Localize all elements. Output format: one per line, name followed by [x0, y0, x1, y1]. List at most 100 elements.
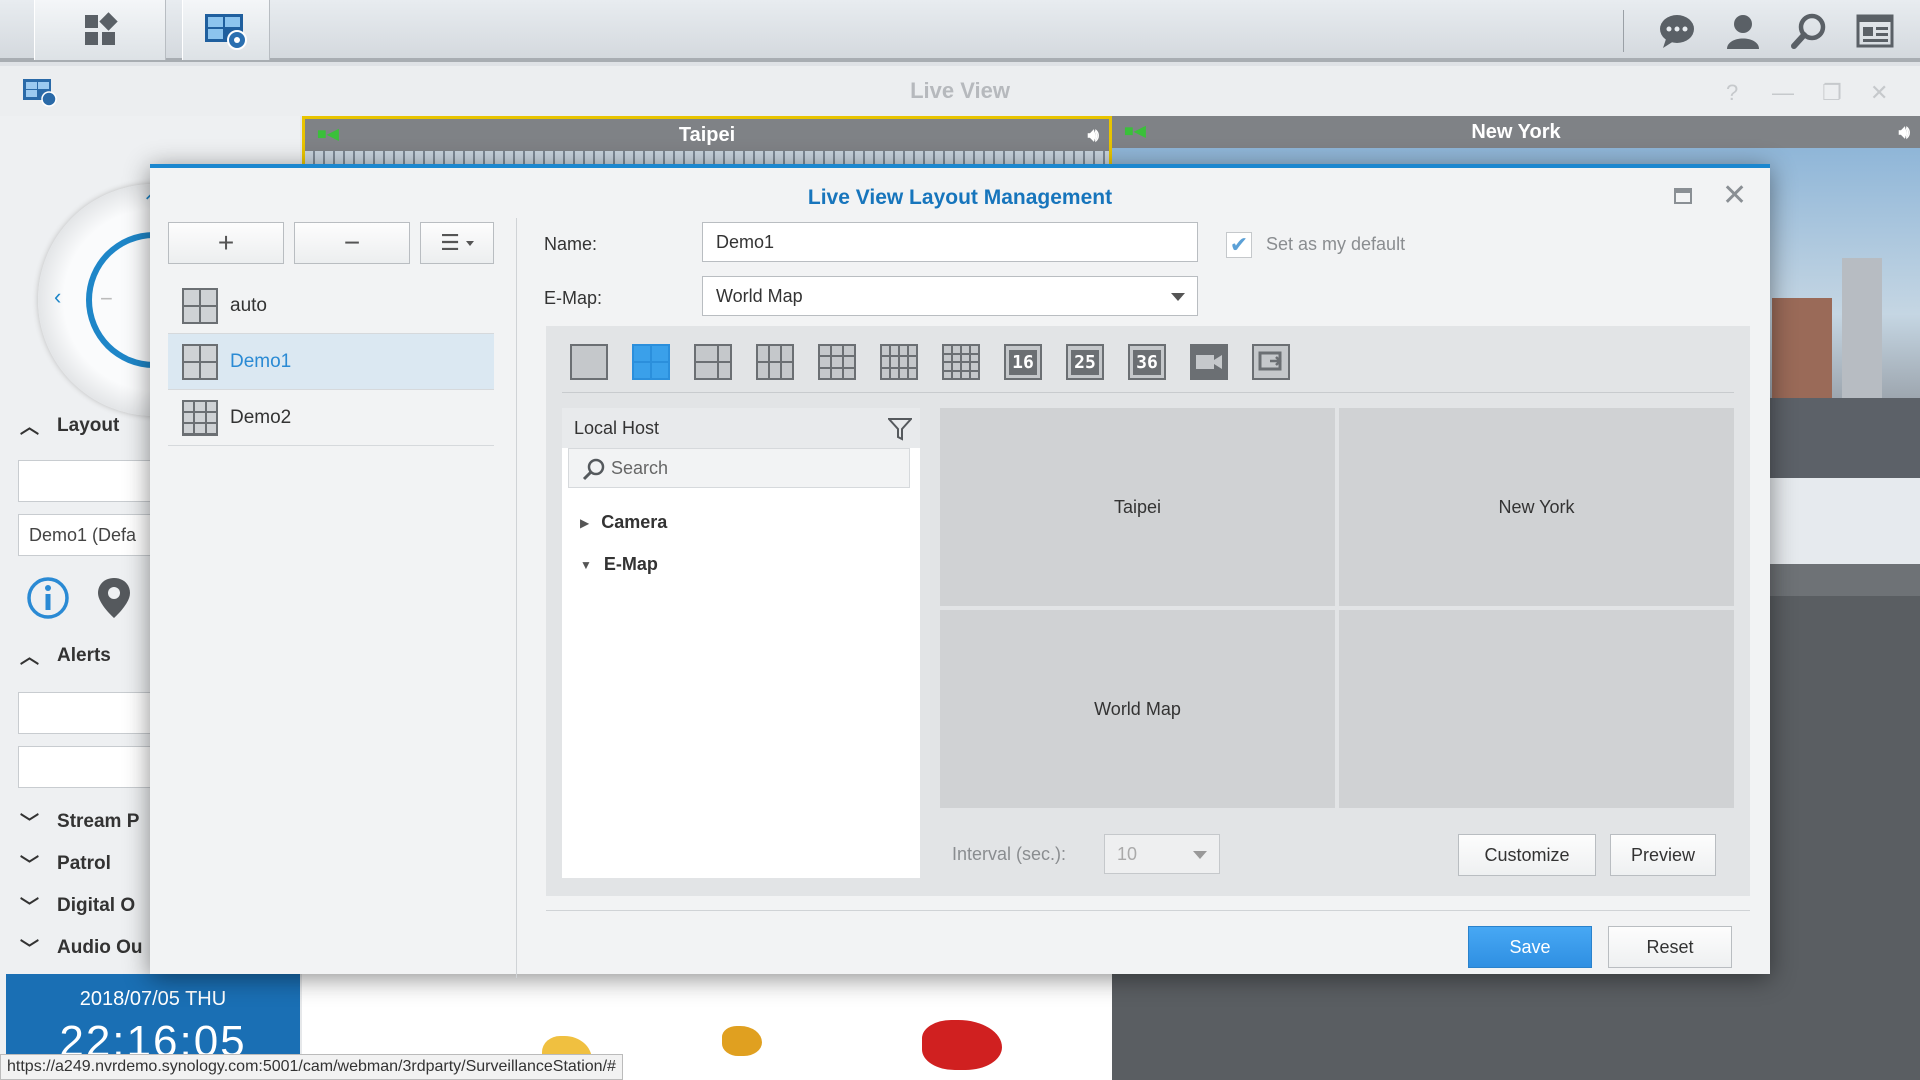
close-icon[interactable]: ✕ — [1722, 178, 1747, 213]
grid-cell[interactable] — [1339, 610, 1734, 808]
layout-25-icon[interactable]: 25 — [1066, 344, 1104, 380]
camera-status-icon: ■◀ — [1124, 123, 1146, 140]
search-icon[interactable] — [1788, 10, 1830, 52]
restore-icon[interactable]: ❐ — [1822, 80, 1842, 106]
grid-3x3-icon — [182, 399, 218, 436]
dropdown-arrow-icon — [1171, 293, 1185, 301]
rotate-layout-icon[interactable] — [1252, 344, 1290, 380]
layout-item[interactable]: Demo2 — [168, 390, 494, 446]
browser-status-url: https://a249.nvrdemo.synology.com:5001/c… — [0, 1054, 623, 1080]
remove-layout-button[interactable]: − — [294, 222, 410, 264]
pane-title: New York — [1471, 121, 1561, 143]
sort-icon: ☰ — [440, 230, 460, 255]
chat-icon[interactable] — [1656, 10, 1698, 52]
layout-36-icon[interactable]: 36 — [1128, 344, 1166, 380]
tree-node-emap[interactable]: ▼ E-Map — [580, 554, 658, 575]
dropdown-arrow-icon — [1193, 851, 1207, 859]
grid-cell[interactable]: Taipei — [940, 408, 1335, 606]
interval-label: Interval (sec.): — [952, 844, 1067, 864]
layout-item-selected[interactable]: Demo1 — [168, 334, 494, 390]
toolbar-divider — [562, 392, 1734, 393]
default-checkbox-label: Set as my default — [1266, 234, 1406, 254]
layout-list: auto Demo1 Demo2 — [168, 278, 494, 446]
emap-label: E-Map: — [544, 288, 603, 308]
widgets-icon[interactable] — [1854, 10, 1896, 52]
footer-divider — [546, 910, 1750, 911]
customize-button[interactable]: Customize — [1458, 834, 1596, 876]
layout-2x2-icon[interactable] — [632, 344, 670, 380]
pane-title: Taipei — [678, 124, 736, 146]
grid-2x2-icon — [182, 343, 218, 380]
speaker-icon[interactable]: 🔊︎ — [1088, 119, 1099, 151]
user-icon[interactable] — [1722, 10, 1764, 52]
name-input[interactable]: Demo1 — [702, 222, 1198, 262]
layout-4x4-icon[interactable] — [942, 344, 980, 380]
patrol-section-header[interactable]: ﹀ Patrol — [20, 850, 111, 877]
sequence-camera-icon[interactable] — [1190, 344, 1228, 380]
dropdown-arrow-icon — [465, 240, 474, 246]
layout-editor: 16 25 36 Local Host Search ▶ Camera ▼ E-Ma… — [546, 326, 1750, 896]
layout-3x3-icon[interactable] — [818, 344, 856, 380]
info-icon[interactable] — [26, 576, 70, 620]
tree-node-camera[interactable]: ▶ Camera — [580, 512, 667, 533]
reset-button[interactable]: Reset — [1608, 926, 1732, 968]
speaker-icon[interactable]: 🔊︎ — [1899, 116, 1910, 148]
preview-button[interactable]: Preview — [1610, 834, 1716, 876]
grid-cell[interactable]: World Map — [940, 610, 1335, 808]
add-layout-button[interactable]: + — [168, 222, 284, 264]
surveillance-station-taskbar-button[interactable] — [182, 0, 270, 60]
emap-select[interactable]: World Map — [702, 276, 1198, 316]
sort-menu-button[interactable]: ☰ — [420, 222, 494, 264]
main-menu-button[interactable] — [34, 0, 166, 60]
panel-divider — [516, 218, 517, 978]
help-icon[interactable]: ? — [1726, 80, 1738, 106]
name-label: Name: — [544, 234, 598, 254]
search-input[interactable]: Search — [568, 448, 910, 488]
camera-status-icon: ■◀ — [317, 126, 339, 143]
map-pin-icon[interactable] — [96, 576, 132, 620]
clock-widget: 2018/07/05 THU 22:16:05 — [6, 974, 300, 1066]
window-header: Live View ? — ❐ ✕ — [0, 66, 1920, 116]
audio-output-section-header[interactable]: ﹀ Audio Ou — [20, 934, 143, 961]
chevron-down-icon: ﹀ — [20, 855, 40, 876]
alerts-section-header[interactable]: ︿ Alerts — [20, 642, 111, 669]
chevron-up-icon: ︿ — [20, 417, 40, 438]
desktop-taskbar — [0, 0, 1920, 62]
chevron-down-icon: ﹀ — [20, 897, 40, 918]
zoom-out-icon[interactable]: − — [100, 286, 113, 312]
stream-section-header[interactable]: ﹀ Stream P — [20, 808, 139, 835]
save-button[interactable]: Save — [1468, 926, 1592, 968]
maximize-icon[interactable] — [1674, 188, 1692, 204]
collapse-arrow-icon: ▼ — [580, 557, 592, 572]
default-checkbox[interactable]: ✔ — [1226, 232, 1252, 258]
layout-4x3-icon[interactable] — [880, 344, 918, 380]
ptz-left-icon[interactable]: ‹ — [54, 284, 61, 310]
live-view-app-icon — [205, 14, 247, 50]
grid-cell[interactable]: New York — [1339, 408, 1734, 606]
layout-section-header[interactable]: ︿ Layout — [20, 412, 119, 439]
tree-header: Local Host — [562, 408, 920, 448]
layout-preview-grid: Taipei New York World Map — [940, 408, 1734, 808]
layout-1-icon[interactable] — [570, 344, 608, 380]
window-title: Live View — [910, 78, 1010, 103]
layout-item[interactable]: auto — [168, 278, 494, 334]
apps-grid-icon — [85, 12, 118, 45]
chevron-down-icon: ﹀ — [20, 939, 40, 960]
interval-select[interactable]: 10 — [1104, 834, 1220, 874]
pane-header: ■◀ Taipei 🔊︎ — [305, 119, 1109, 151]
grid-2x2-icon — [182, 287, 218, 324]
filter-icon[interactable] — [888, 417, 912, 441]
chevron-up-icon: ︿ — [20, 647, 40, 668]
layout-management-dialog: Live View Layout Management ✕ + − ☰ auto… — [150, 164, 1770, 978]
search-icon — [582, 458, 605, 481]
source-tree: Local Host Search ▶ Camera ▼ E-Map — [562, 408, 920, 878]
layout-1plus-icon[interactable] — [694, 344, 732, 380]
window-close-icon[interactable]: ✕ — [1870, 80, 1888, 106]
taskbar-separator — [1623, 10, 1624, 52]
minimize-icon[interactable]: — — [1772, 80, 1794, 106]
clock-date: 2018/07/05 THU — [79, 988, 227, 1010]
chevron-down-icon: ﹀ — [20, 813, 40, 834]
layout-16-icon[interactable]: 16 — [1004, 344, 1042, 380]
layout-3x2-icon[interactable] — [756, 344, 794, 380]
digital-output-section-header[interactable]: ﹀ Digital O — [20, 892, 135, 919]
